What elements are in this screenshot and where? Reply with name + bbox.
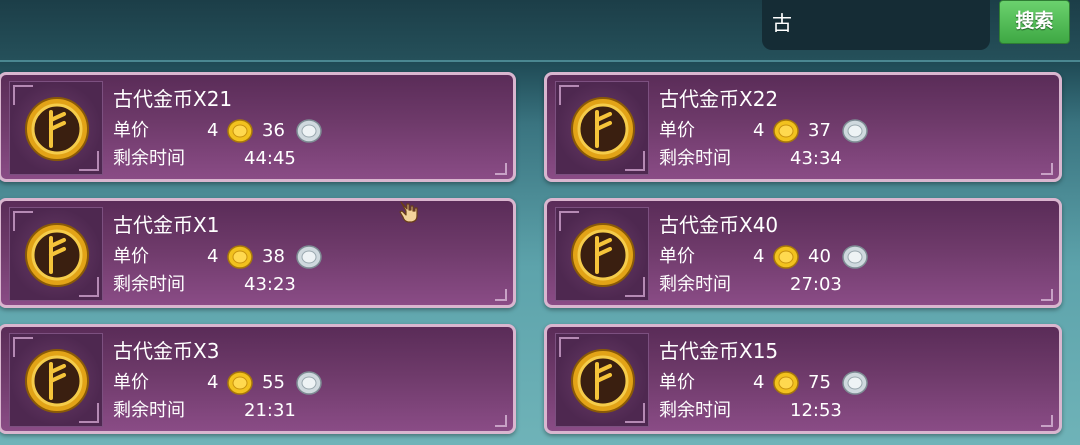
silver-price: 36 [262, 120, 285, 141]
item-name: 古代金币X15 [659, 339, 779, 363]
time-left-label: 剩余时间 [659, 400, 731, 421]
ancient-gold-coin-icon [571, 349, 635, 413]
silver-coin-icon [296, 245, 322, 269]
item-icon-frame [555, 207, 649, 301]
gold-price: 4 [207, 372, 219, 393]
time-left-label: 剩余时间 [113, 400, 185, 421]
item-name: 古代金币X1 [113, 213, 220, 237]
gold-coin-icon [773, 371, 799, 395]
time-left-value: 43:34 [790, 148, 842, 169]
ancient-gold-coin-icon [25, 223, 89, 287]
price-label: 单价 [113, 372, 149, 393]
silver-price: 75 [808, 372, 831, 393]
search-input[interactable] [770, 8, 984, 35]
silver-price: 38 [262, 246, 285, 267]
search-button[interactable]: 搜索 [999, 0, 1070, 44]
time-left-label: 剩余时间 [659, 274, 731, 295]
gold-coin-icon [773, 245, 799, 269]
hand-cursor-icon [399, 201, 418, 223]
ancient-gold-coin-icon [571, 97, 635, 161]
time-left-value: 12:53 [790, 400, 842, 421]
time-left-value: 27:03 [790, 274, 842, 295]
ancient-gold-coin-icon [25, 349, 89, 413]
listing-card[interactable]: 古代金币X40 单价 4 40 剩余时间 27:03 [544, 198, 1062, 308]
gold-price: 4 [753, 120, 765, 141]
silver-coin-icon [842, 119, 868, 143]
item-name: 古代金币X3 [113, 339, 220, 363]
listing-card[interactable]: 古代金币X15 单价 4 75 剩余时间 12:53 [544, 324, 1062, 434]
time-left-label: 剩余时间 [113, 148, 185, 169]
silver-coin-icon [842, 371, 868, 395]
gold-price: 4 [207, 246, 219, 267]
time-left-value: 43:23 [244, 274, 296, 295]
item-icon-frame [9, 207, 103, 301]
item-icon-frame [9, 81, 103, 175]
silver-coin-icon [842, 245, 868, 269]
listing-card[interactable]: 古代金币X1 单价 4 38 剩余时间 43:23 [0, 198, 516, 308]
price-label: 单价 [659, 372, 695, 393]
time-left-value: 44:45 [244, 148, 296, 169]
listing-card[interactable]: 古代金币X22 单价 4 37 剩余时间 43:34 [544, 72, 1062, 182]
item-name: 古代金币X40 [659, 213, 779, 237]
gold-price: 4 [207, 120, 219, 141]
gold-coin-icon [227, 119, 253, 143]
listing-card[interactable]: 古代金币X3 单价 4 55 剩余时间 21:31 [0, 324, 516, 434]
silver-price: 40 [808, 246, 831, 267]
silver-coin-icon [296, 119, 322, 143]
gold-coin-icon [773, 119, 799, 143]
price-label: 单价 [659, 246, 695, 267]
item-icon-frame [9, 333, 103, 427]
item-icon-frame [555, 81, 649, 175]
ancient-gold-coin-icon [571, 223, 635, 287]
silver-price: 55 [262, 372, 285, 393]
gold-coin-icon [227, 371, 253, 395]
search-box[interactable] [762, 0, 990, 50]
time-left-label: 剩余时间 [659, 148, 731, 169]
corner-mark [495, 415, 507, 427]
listing-card[interactable]: 古代金币X21 单价 4 36 剩余时间 44:45 [0, 72, 516, 182]
ancient-gold-coin-icon [25, 97, 89, 161]
gold-price: 4 [753, 246, 765, 267]
gold-price: 4 [753, 372, 765, 393]
price-label: 单价 [113, 120, 149, 141]
price-label: 单价 [113, 246, 149, 267]
corner-mark [1041, 415, 1053, 427]
corner-mark [495, 289, 507, 301]
item-icon-frame [555, 333, 649, 427]
silver-coin-icon [296, 371, 322, 395]
corner-mark [1041, 163, 1053, 175]
price-label: 单价 [659, 120, 695, 141]
silver-price: 37 [808, 120, 831, 141]
time-left-value: 21:31 [244, 400, 296, 421]
item-name: 古代金币X21 [113, 87, 233, 111]
item-name: 古代金币X22 [659, 87, 779, 111]
time-left-label: 剩余时间 [113, 274, 185, 295]
gold-coin-icon [227, 245, 253, 269]
corner-mark [1041, 289, 1053, 301]
corner-mark [495, 163, 507, 175]
